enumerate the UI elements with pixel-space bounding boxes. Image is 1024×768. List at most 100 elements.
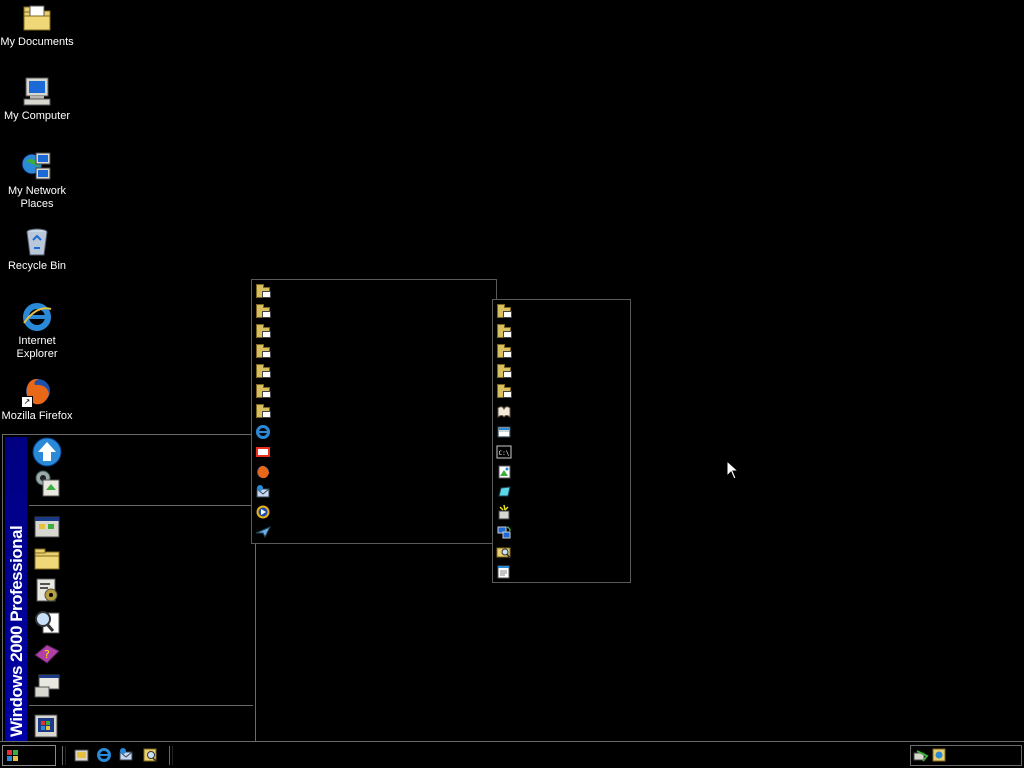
accessories-menu: C:\ bbox=[492, 299, 631, 583]
folder-icon bbox=[255, 404, 271, 420]
svg-text:C:\: C:\ bbox=[499, 450, 510, 457]
accessories-menu-item[interactable] bbox=[493, 482, 630, 502]
accessories-menu-item[interactable] bbox=[493, 522, 630, 542]
programs-menu-item[interactable] bbox=[252, 382, 496, 402]
desktop-icon-label: My Computer bbox=[3, 110, 71, 122]
set-program-access-item[interactable] bbox=[31, 468, 63, 498]
programs-menu bbox=[251, 279, 497, 544]
settings-item[interactable] bbox=[31, 575, 63, 605]
firefox-icon bbox=[255, 464, 271, 480]
accessories-menu-item[interactable] bbox=[493, 322, 630, 342]
documents-icon bbox=[34, 548, 60, 570]
desktop-icon-my-documents[interactable]: My Documents bbox=[0, 2, 74, 49]
start-menu-banner: Windows 2000 Professional bbox=[5, 437, 27, 741]
folder-icon bbox=[496, 344, 512, 360]
folder-icon bbox=[255, 344, 271, 360]
folder-icon bbox=[496, 364, 512, 380]
start-menu-separator bbox=[29, 505, 253, 506]
programs-menu-item[interactable] bbox=[252, 522, 496, 542]
my-documents-icon bbox=[21, 2, 53, 34]
search-icon[interactable] bbox=[142, 747, 158, 763]
accessories-menu-item[interactable] bbox=[493, 422, 630, 442]
programs-menu-item[interactable] bbox=[252, 342, 496, 362]
shutdown-item[interactable] bbox=[31, 711, 63, 741]
imaging-icon bbox=[496, 464, 512, 480]
programs-menu-item[interactable] bbox=[252, 362, 496, 382]
accessories-menu-item[interactable] bbox=[493, 502, 630, 522]
accessories-menu-item[interactable] bbox=[493, 562, 630, 582]
folder-icon bbox=[255, 304, 271, 320]
help-item[interactable]: ? bbox=[31, 639, 63, 669]
desktop-icon-label: Recycle Bin bbox=[7, 260, 67, 272]
outlook-express-icon[interactable] bbox=[118, 747, 134, 763]
show-desktop-icon[interactable] bbox=[74, 747, 90, 763]
folder-icon bbox=[255, 364, 271, 380]
paint-icon bbox=[496, 484, 512, 500]
volume-icon[interactable] bbox=[931, 747, 947, 763]
folder-icon bbox=[255, 384, 271, 400]
vlc-icon bbox=[255, 444, 271, 460]
programs-menu-item[interactable] bbox=[252, 302, 496, 322]
folder-icon bbox=[255, 284, 271, 300]
programs-item[interactable] bbox=[31, 511, 63, 541]
desktop-icon-label: My Documents bbox=[0, 36, 74, 48]
set-program-access-icon bbox=[35, 470, 60, 497]
accessories-menu-item[interactable] bbox=[493, 342, 630, 362]
programs-menu-item[interactable] bbox=[252, 322, 496, 342]
programs-menu-item[interactable] bbox=[252, 282, 496, 302]
windows-update-item[interactable] bbox=[31, 437, 63, 467]
internet-explorer-icon bbox=[255, 424, 271, 440]
start-menu: Windows 2000 Professional ? bbox=[2, 434, 256, 744]
accessories-menu-item[interactable] bbox=[493, 402, 630, 422]
folder-icon bbox=[255, 324, 271, 340]
desktop-icon-label: Mozilla Firefox bbox=[1, 410, 73, 422]
desktop-icon-my-computer[interactable]: My Computer bbox=[0, 76, 74, 123]
accessories-menu-item[interactable] bbox=[493, 542, 630, 562]
desktop-icon-internet-explorer[interactable]: Internet Explorer bbox=[0, 301, 74, 361]
folder-icon bbox=[496, 304, 512, 320]
programs-menu-item[interactable] bbox=[252, 462, 496, 482]
programs-menu-item[interactable] bbox=[252, 422, 496, 442]
accessories-menu-item[interactable] bbox=[493, 302, 630, 322]
desktop-icon-network-places[interactable]: My Network Places bbox=[0, 151, 74, 211]
programs-menu-item[interactable] bbox=[252, 402, 496, 422]
accessories-menu-item[interactable] bbox=[493, 382, 630, 402]
desktop-icon-recycle-bin[interactable]: Recycle Bin bbox=[0, 226, 74, 273]
search-item[interactable] bbox=[31, 607, 63, 637]
notepad-icon bbox=[496, 564, 512, 580]
start-menu-separator bbox=[29, 705, 253, 706]
network-places-icon bbox=[21, 151, 53, 183]
accessories-menu-item[interactable] bbox=[493, 362, 630, 382]
shortcut-arrow-icon: ↗ bbox=[21, 396, 33, 408]
folder-icon bbox=[496, 324, 512, 340]
search-icon bbox=[35, 611, 60, 634]
desktop-icon-firefox[interactable]: ↗ Mozilla Firefox bbox=[0, 376, 74, 423]
command-prompt-icon: C:\ bbox=[496, 444, 512, 460]
address-book-icon bbox=[496, 404, 512, 420]
settings-icon bbox=[36, 578, 58, 602]
windows-explorer-icon bbox=[496, 544, 512, 560]
windows-update-icon bbox=[32, 437, 62, 467]
desktop-icon-label: My Network Places bbox=[7, 185, 67, 210]
run-item[interactable] bbox=[31, 671, 63, 701]
programs-menu-item[interactable] bbox=[252, 502, 496, 522]
start-button[interactable] bbox=[2, 745, 56, 766]
accessories-menu-item[interactable] bbox=[493, 462, 630, 482]
program-compatibility-icon bbox=[496, 504, 512, 520]
outlook-express-icon bbox=[255, 484, 271, 500]
internet-explorer-icon[interactable] bbox=[96, 747, 112, 763]
accessories-menu-item[interactable]: C:\ bbox=[493, 442, 630, 462]
help-icon: ? bbox=[34, 644, 60, 664]
windows-media-player-icon bbox=[255, 504, 271, 520]
quick-launch-separator bbox=[169, 746, 173, 765]
system-tray bbox=[910, 745, 1022, 766]
firefox-icon: ↗ bbox=[21, 376, 53, 408]
send-to-icon bbox=[255, 524, 272, 540]
documents-item[interactable] bbox=[31, 543, 63, 573]
shutdown-icon bbox=[34, 714, 58, 738]
network-icon[interactable] bbox=[913, 747, 929, 763]
programs-menu-item[interactable] bbox=[252, 482, 496, 502]
windows-logo-icon bbox=[7, 750, 18, 761]
programs-menu-item[interactable] bbox=[252, 442, 496, 462]
svg-text:?: ? bbox=[44, 648, 50, 661]
